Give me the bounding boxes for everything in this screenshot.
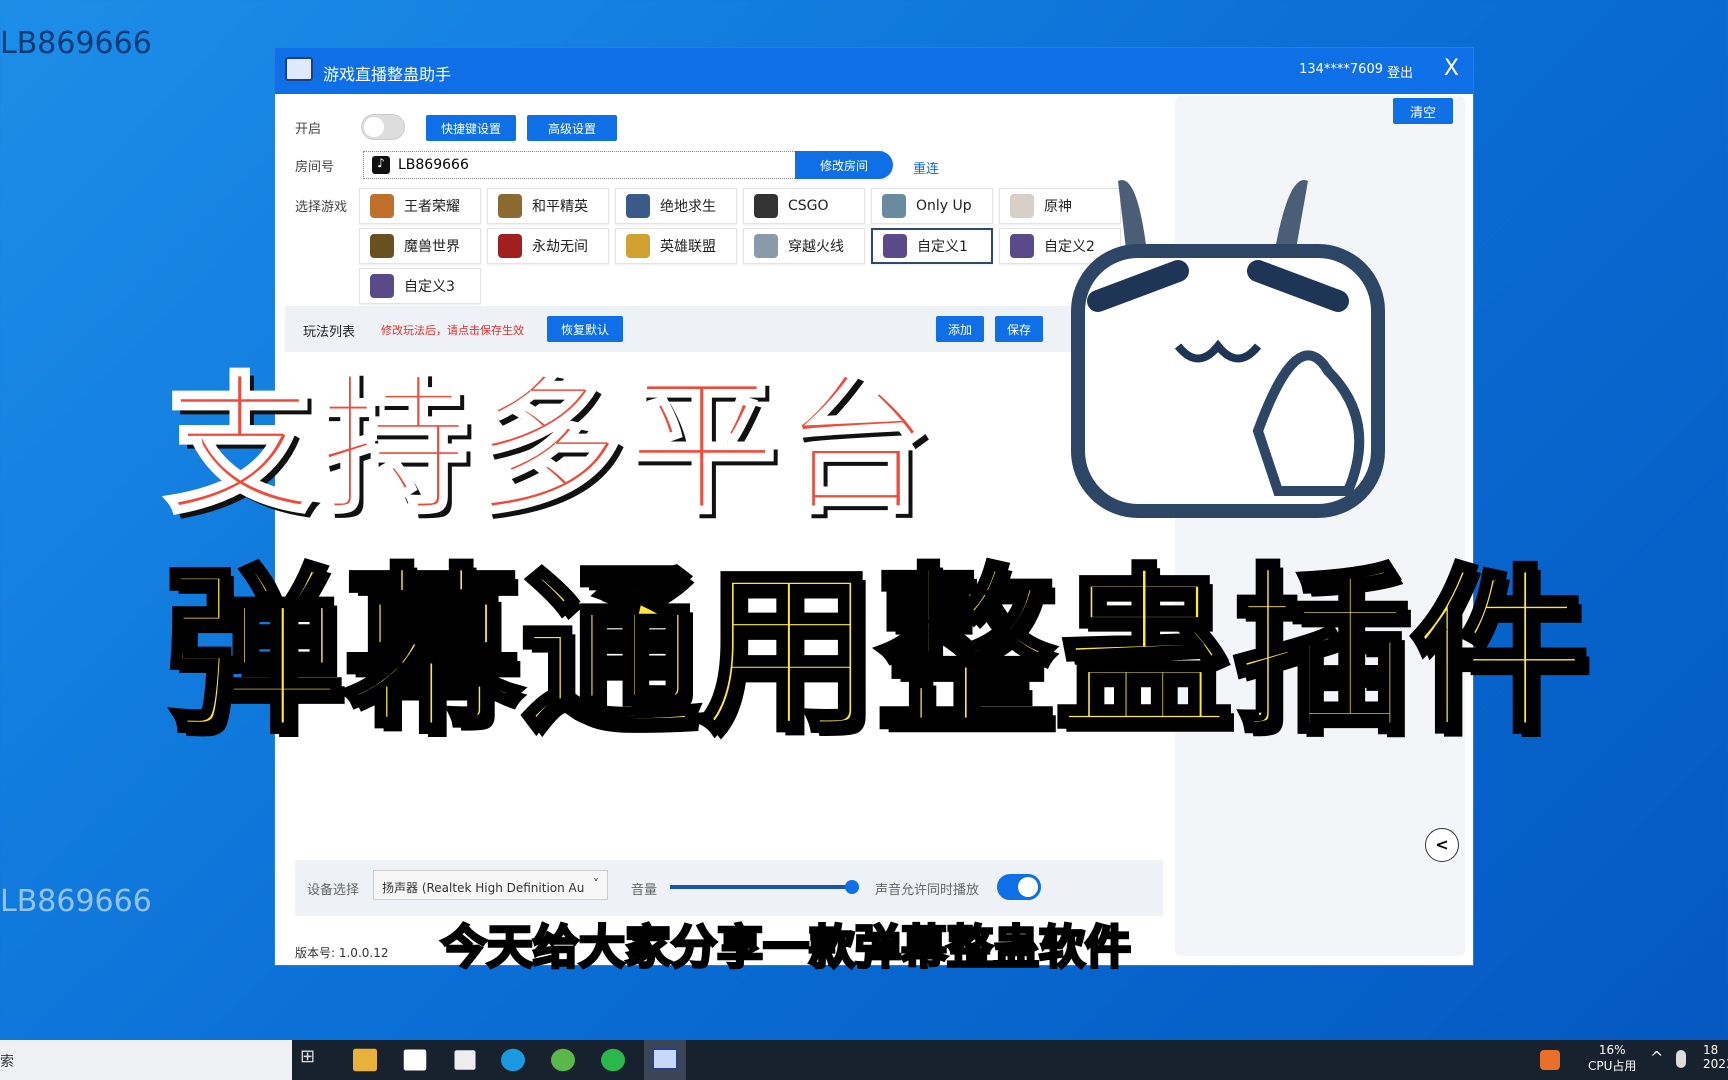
search-box[interactable]: 索 [0,1040,292,1080]
logout-link[interactable]: 登出 [1387,62,1413,81]
game-icon [1010,234,1034,258]
game-icon [1010,194,1034,218]
reconnect-link[interactable]: 重连 [913,158,939,177]
game-icon [498,234,522,258]
save-button[interactable]: 保存 [995,316,1043,342]
game-icon [370,274,394,298]
overlap-label: 声音允许同时播放 [875,883,980,898]
game-label: 自定义3 [404,279,455,295]
game-option[interactable]: CSGO [743,188,865,224]
game-icon [626,234,650,258]
game-icon [498,194,522,218]
device-bar: 设备选择 扬声器 (Realtek High Definition Au ˅ 音量… [295,860,1163,916]
browser-icon[interactable] [551,1048,575,1072]
game-icon [370,194,394,218]
game-label: CSGO [788,198,829,214]
clock[interactable]: 182023 [1703,1043,1728,1071]
reset-default-button[interactable]: 恢复默认 [547,316,623,342]
add-button[interactable]: 添加 [936,316,984,342]
game-option[interactable]: 自定义3 [359,268,481,304]
collapse-button[interactable]: < [1425,828,1459,862]
hotkey-settings-button[interactable]: 快捷键设置 [426,115,516,141]
game-grid: 王者荣耀 和平精英 绝地求生 CSGO Only Up 原神 魔兽世界 永劫无间 英雄联盟 穿越火… [359,188,1139,304]
device-value: 扬声器 (Realtek High Definition Au [382,881,585,895]
volume-slider[interactable] [670,880,859,894]
window-title: 游戏直播整蛊助手 [323,65,452,84]
wechat-icon[interactable] [601,1048,625,1072]
game-icon [626,194,650,218]
game-label: Only Up [916,198,972,214]
game-option[interactable]: 穿越火线 [743,228,865,264]
taskbar: 索 ⊞ 16%CPU占用 ^ 182023 [0,1040,1728,1080]
game-label: 永劫无间 [532,239,588,255]
chevron-up-icon[interactable]: ^ [1650,1048,1663,1067]
game-option[interactable]: 和平精英 [487,188,609,224]
overlay-headline: 支持多平台 [163,360,936,534]
store-icon[interactable] [403,1049,427,1071]
enable-label: 开启 [295,122,322,137]
game-icon [754,194,778,218]
game-icon [370,234,394,258]
title-bar: 游戏直播整蛊助手 134****7609 登出 X [275,48,1473,94]
file-explorer-icon[interactable] [353,1048,377,1072]
mail-icon[interactable] [454,1050,476,1070]
app-logo-icon [285,57,313,81]
desktop-text: LB869666 [0,26,152,61]
close-icon[interactable]: X [1444,56,1459,81]
ime-icon[interactable] [1540,1050,1560,1070]
overlay-subtitle: 今天给大家分享一款弹幕整蛊软件 [440,920,1133,974]
advanced-settings-button[interactable]: 高级设置 [527,115,617,141]
account-label: 134****7609 [1299,62,1383,77]
room-value: LB869666 [398,157,469,173]
game-option[interactable]: 英雄联盟 [615,228,737,264]
game-label: 和平精英 [532,199,588,215]
game-option[interactable]: 自定义1 [871,228,993,264]
mascot-image [1071,180,1385,518]
game-label: 英雄联盟 [660,239,716,255]
game-option[interactable]: 王者荣耀 [359,188,481,224]
volume-label: 音量 [631,883,658,898]
app-taskbar-button[interactable] [644,1040,686,1080]
play-list-bar: 玩法列表 修改玩法后，请点击保存生效 恢复默认 添加 保存 [285,306,1190,352]
game-option[interactable]: 永劫无间 [487,228,609,264]
modify-room-button[interactable]: 修改房间 [795,151,893,179]
device-label: 设备选择 [307,883,360,898]
device-select[interactable]: 扬声器 (Realtek High Definition Au ˅ [373,870,608,900]
game-label: 王者荣耀 [404,199,460,215]
play-list-hint: 修改玩法后，请点击保存生效 [381,324,524,337]
chevron-down-icon: ˅ [593,877,599,891]
clear-button[interactable]: 清空 [1393,98,1453,124]
task-view-icon[interactable]: ⊞ [300,1046,330,1074]
game-option[interactable]: 绝地求生 [615,188,737,224]
game-icon [883,234,907,258]
game-label: 选择游戏 [295,200,348,215]
game-label: 绝地求生 [660,199,716,215]
desktop-watermark: LB869666 [0,884,152,919]
overlay-title: 弹幕通用整蛊插件 [162,549,1592,756]
game-icon [882,194,906,218]
game-option[interactable]: Only Up [871,188,993,224]
enable-toggle[interactable] [361,114,405,140]
overlap-toggle[interactable] [997,874,1041,900]
game-label: 魔兽世界 [404,239,460,255]
game-label: 穿越火线 [788,239,844,255]
game-label: 自定义1 [917,239,968,255]
game-icon [754,234,778,258]
game-option[interactable]: 魔兽世界 [359,228,481,264]
room-label: 房间号 [295,160,335,175]
play-list-label: 玩法列表 [303,325,356,340]
version-label: 版本号: 1.0.0.12 [295,946,389,960]
microphone-icon[interactable] [1676,1050,1686,1068]
edge-icon[interactable] [501,1048,525,1072]
douyin-icon: ♪ [372,156,390,174]
cpu-usage: 16% CPU占用 [1588,1043,1637,1073]
